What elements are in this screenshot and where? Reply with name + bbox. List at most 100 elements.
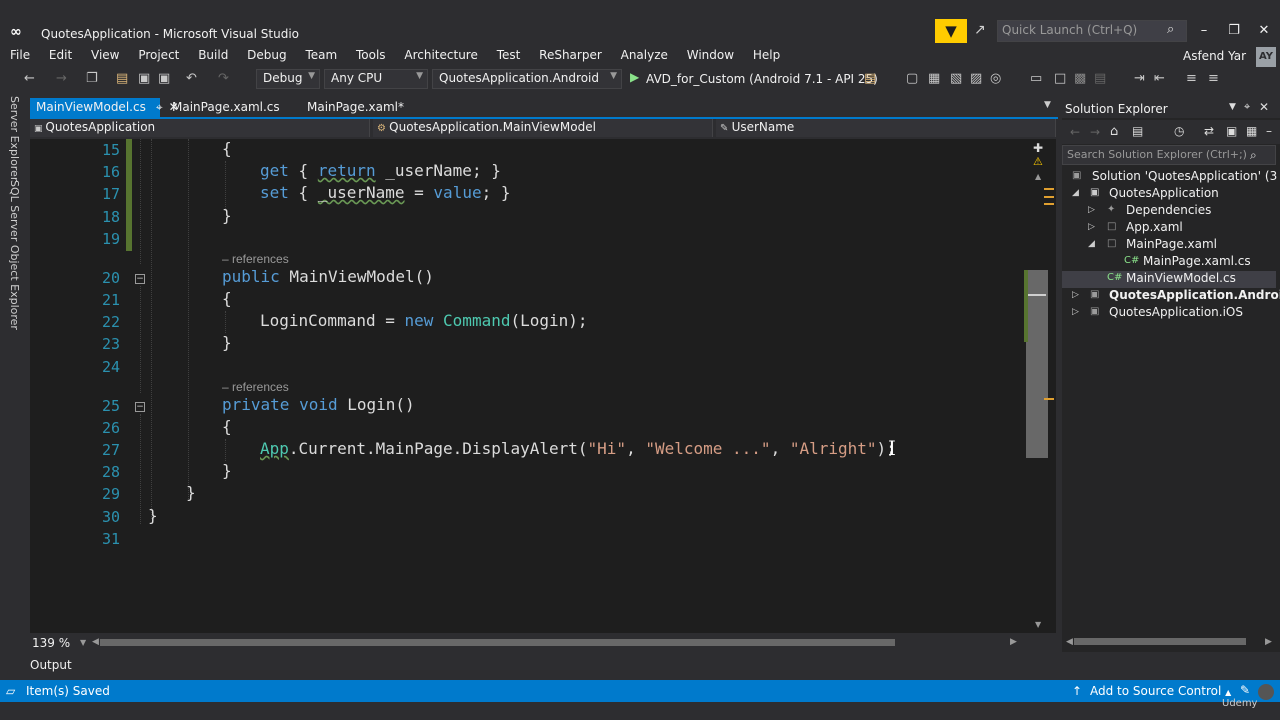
type-nav-dropdown[interactable]: ⚙ QuotesApplication.MainViewModel	[373, 119, 713, 137]
align-icon[interactable]: ≡	[1186, 71, 1197, 86]
scrollbar-thumb[interactable]	[1026, 270, 1048, 458]
toolbox-icon[interactable]: ▦	[928, 71, 940, 86]
run-target-button[interactable]: AVD_for_Custom (Android 7.1 - API 25)	[646, 72, 878, 86]
expanded-arrow-icon[interactable]: ◢	[1072, 188, 1079, 198]
pending-changes-icon[interactable]: ◷	[1174, 124, 1184, 138]
codelens-references[interactable]: – references	[222, 380, 289, 394]
scroll-left-icon[interactable]: ◀	[92, 637, 99, 647]
close-icon[interactable]: ✕	[1259, 100, 1269, 114]
tree-item-app-xaml[interactable]: ▷ □ App.xaml	[1062, 220, 1276, 237]
scroll-right-icon[interactable]: ▶	[1265, 637, 1272, 647]
tree-item-mainviewmodel-cs[interactable]: C# MainViewModel.cs	[1062, 271, 1276, 288]
tab-mainpage-xaml[interactable]: MainPage.xaml*	[301, 98, 410, 118]
search-icon[interactable]: ⌕	[1250, 148, 1257, 163]
tree-item-dependencies[interactable]: ▷ ✦ Dependencies	[1062, 203, 1276, 220]
menu-tools[interactable]: Tools	[356, 48, 386, 62]
collapsed-arrow-icon[interactable]: ▷	[1072, 307, 1079, 317]
menu-help[interactable]: Help	[753, 48, 780, 62]
zoom-level[interactable]: 139 %	[32, 636, 70, 650]
collapsed-arrow-icon[interactable]: ▷	[1072, 290, 1079, 300]
publish-icon[interactable]: ↑	[1072, 684, 1082, 698]
feedback-icon[interactable]: ↗	[974, 22, 986, 38]
restore-button[interactable]: ❐	[1220, 23, 1248, 38]
expanded-arrow-icon[interactable]: ◢	[1088, 239, 1095, 249]
tree-item-mainpage-xaml-cs[interactable]: C# MainPage.xaml.cs	[1062, 254, 1276, 271]
find-in-files-icon[interactable]: ▤	[864, 71, 876, 86]
tab-mainpage-xaml-cs[interactable]: MainPage.xaml.cs	[166, 98, 286, 118]
user-name[interactable]: Asfend Yar	[1183, 49, 1246, 63]
split-editor-icon[interactable]: ✚	[1033, 141, 1043, 155]
tree-item-quotesapplication-android[interactable]: ▷ ▣ QuotesApplication.Android	[1062, 288, 1280, 305]
menu-build[interactable]: Build	[198, 48, 228, 62]
navigate-back-icon[interactable]: ←	[24, 71, 35, 86]
codelens-references[interactable]: – references	[222, 252, 289, 266]
switch-views-icon[interactable]: ▤	[1132, 124, 1143, 138]
collapse-icon[interactable]: −	[135, 274, 145, 284]
zoom-dropdown-icon[interactable]: ▼	[80, 638, 86, 647]
properties-icon[interactable]: –	[1266, 124, 1272, 138]
collapsed-arrow-icon[interactable]: ▷	[1088, 222, 1095, 232]
server-explorer-tab[interactable]: Server Explorer	[8, 96, 21, 181]
save-all-icon[interactable]: ▣	[158, 71, 170, 86]
menu-analyze[interactable]: Analyze	[621, 48, 668, 62]
notification-filter-icon[interactable]: ▼	[935, 19, 967, 43]
forward-icon[interactable]: →	[1090, 125, 1100, 139]
member-nav-dropdown[interactable]: ✎ UserName	[716, 119, 1056, 137]
undo-icon[interactable]: ↶	[186, 71, 197, 86]
code-editor[interactable]: 15 16 17 18 19 20 21 22 23 24 25 26 27 2…	[30, 139, 1030, 633]
menu-architecture[interactable]: Architecture	[404, 48, 477, 62]
outdent-icon[interactable]: ⇤	[1154, 71, 1165, 86]
menu-window[interactable]: Window	[687, 48, 734, 62]
collapse-icon[interactable]: −	[135, 402, 145, 412]
scrollbar-thumb[interactable]	[100, 639, 895, 646]
run-icon[interactable]: ▶	[630, 70, 639, 84]
save-icon[interactable]: ▣	[138, 71, 150, 86]
scroll-left-icon[interactable]: ◀	[1066, 637, 1073, 647]
panel-menu-icon[interactable]: ▼	[1229, 102, 1236, 112]
redo-icon[interactable]: ↷	[218, 71, 229, 86]
device-icon[interactable]: ▭	[1030, 71, 1042, 86]
collapse-all-icon[interactable]: ▣	[1226, 124, 1237, 138]
layout-icon[interactable]: ▨	[970, 71, 982, 86]
scroll-right-icon[interactable]: ▶	[1010, 637, 1017, 647]
browser-icon[interactable]: ◎	[990, 71, 1001, 86]
open-file-icon[interactable]: ▤	[116, 71, 128, 86]
menu-debug[interactable]: Debug	[247, 48, 286, 62]
pin-icon[interactable]: ⌖	[1244, 100, 1250, 114]
navigate-forward-icon[interactable]: →	[56, 71, 67, 86]
solution-search-input[interactable]: Search Solution Explorer (Ctrl+;)	[1062, 145, 1276, 165]
indent-icon[interactable]: ⇥	[1134, 71, 1145, 86]
attach-icon[interactable]: ▢	[906, 71, 918, 86]
menu-test[interactable]: Test	[497, 48, 521, 62]
platform-dropdown[interactable]: Any CPU ▼	[324, 69, 428, 89]
scroll-down-icon[interactable]: ▼	[1035, 620, 1041, 629]
menu-project[interactable]: Project	[138, 48, 179, 62]
feedback-icon[interactable]: ✎	[1240, 683, 1250, 697]
format-icon[interactable]: ≡	[1208, 71, 1219, 86]
scrollbar-thumb[interactable]	[1074, 638, 1246, 645]
menu-edit[interactable]: Edit	[49, 48, 72, 62]
search-icon[interactable]: ⌕	[1167, 22, 1174, 37]
home-icon[interactable]: ⌂	[1110, 124, 1118, 139]
minimize-button[interactable]: –	[1190, 23, 1218, 38]
sql-server-object-explorer-tab[interactable]: SQL Server Object Explorer	[8, 180, 21, 330]
sync-icon[interactable]: ⇄	[1204, 124, 1214, 138]
close-button[interactable]: ✕	[1250, 23, 1278, 38]
screenshot-icon[interactable]: ▧	[950, 71, 962, 86]
tree-item-quotesapplication[interactable]: ◢ ▣ QuotesApplication	[1062, 186, 1276, 203]
add-to-source-control-button[interactable]: Add to Source Control ▲	[1090, 684, 1231, 698]
window-icon[interactable]: □	[1054, 71, 1066, 86]
menu-resharper[interactable]: ReSharper	[539, 48, 602, 62]
pin-icon[interactable]: ⌖	[156, 100, 163, 114]
avatar[interactable]: AY	[1256, 47, 1276, 67]
output-tab[interactable]: Output	[30, 658, 72, 672]
tree-item-quotesapplication-ios[interactable]: ▷ ▣ QuotesApplication.iOS	[1062, 305, 1276, 322]
tree-item-solution[interactable]: ▣ Solution 'QuotesApplication' (3 proje	[1062, 169, 1280, 186]
back-icon[interactable]: ←	[1070, 125, 1080, 139]
new-project-icon[interactable]: ❐	[86, 71, 98, 86]
startup-project-dropdown[interactable]: QuotesApplication.Android ▼	[432, 69, 622, 89]
layout-grid-icon[interactable]: ▩	[1074, 71, 1086, 86]
collapsed-arrow-icon[interactable]: ▷	[1088, 205, 1095, 215]
tree-item-mainpage-xaml[interactable]: ◢ □ MainPage.xaml	[1062, 237, 1276, 254]
project-nav-dropdown[interactable]: ▣ QuotesApplication	[30, 119, 370, 137]
